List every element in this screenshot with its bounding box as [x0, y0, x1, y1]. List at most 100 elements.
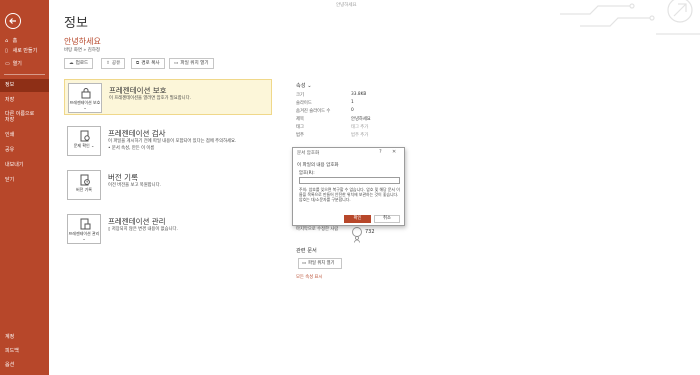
inspect-presentation-card: 문제 확인 ⌄ 프레젠테이션 검사 이 파일을 게시하기 전에 파일 내용이 포…	[64, 123, 272, 159]
card-bullet: • 문서 속성, 만든 이 이름	[108, 146, 155, 151]
page-title: 정보	[64, 16, 88, 31]
sidebar-item-home[interactable]: ⌂ 홈	[0, 38, 49, 44]
card-bullet-text: 문서 속성, 만든 이 이름	[111, 146, 155, 151]
sidebar-item-label: 저장	[5, 97, 15, 103]
sidebar-item-account[interactable]: 계정	[0, 334, 49, 340]
card-description-text: 저장되지 않은 변경 내용이 없습니다.	[111, 227, 178, 232]
related-documents-heading: 관련 문서	[296, 248, 317, 254]
sidebar-item-label: 새로 만들기	[12, 48, 38, 54]
inspect-document-icon	[80, 130, 90, 142]
sidebar-item-label: 정보	[5, 82, 15, 88]
sidebar-item-label: 인쇄	[5, 132, 15, 138]
help-button[interactable]: ?	[379, 149, 382, 155]
property-key: 크기	[296, 93, 304, 98]
property-value[interactable]: 태그 추가	[351, 124, 368, 130]
manage-presentation-button[interactable]: 프레젠테이션 관리 ⌄	[67, 214, 101, 244]
sidebar-item-share[interactable]: 공유	[0, 147, 49, 153]
sidebar-divider	[4, 74, 45, 75]
home-icon: ⌂	[5, 38, 9, 44]
dialog-title: 문서 암호화	[297, 151, 320, 156]
document-path: 바탕 화면 » 김하정	[64, 48, 101, 53]
card-description: 이전 버전을 보고 복원합니다.	[108, 183, 161, 188]
sidebar-item-new[interactable]: ▯ 새로 만들기	[0, 48, 49, 54]
open-file-location-button[interactable]: ▭ 파일 위치 열기	[169, 58, 214, 69]
sidebar-item-export[interactable]: 내보내기	[0, 162, 49, 168]
password-warning: 주의: 암호를 잊으면 복구할 수 없습니다. 암호 및 해당 문서 이름을 목…	[299, 187, 400, 202]
folder-icon: ▭	[302, 261, 307, 266]
upload-button-label: 업로드	[75, 61, 89, 66]
sidebar-item-label: 홈	[12, 38, 18, 44]
share-button[interactable]: ⇪ 공유	[101, 58, 126, 69]
sidebar-item-label: 피드백	[5, 348, 19, 354]
version-history-label: 버전 기록	[76, 187, 92, 192]
password-label: 암호(R):	[299, 171, 315, 176]
property-value: 33.8KB	[351, 92, 367, 97]
ok-button[interactable]: 확인	[344, 215, 371, 223]
protect-presentation-button[interactable]: 프레젠테이션 보호 ⌄	[68, 83, 102, 113]
property-value[interactable]: 안녕하세요	[351, 116, 371, 122]
avatar	[352, 227, 362, 243]
property-key: 범주	[296, 133, 304, 138]
last-modified-by-label: 마지막으로 수정한 사람	[296, 227, 339, 232]
encrypt-document-dialog: 문서 암호화 ? ✕ 이 파일의 내용 암호화 암호(R): 주의: 암호를 잊…	[292, 147, 405, 226]
share-icon: ⇪	[106, 61, 110, 66]
back-button[interactable]	[5, 13, 21, 29]
property-value: 0	[351, 108, 354, 113]
person-icon	[354, 236, 360, 243]
back-arrow-icon	[9, 18, 16, 24]
backstage-window: ⌂ 홈 ▯ 새로 만들기 ▭ 열기 정보 저장 다른 이름으로 저장 인쇄 공유…	[0, 0, 700, 375]
last-modified-by-name: 732	[365, 229, 375, 235]
sidebar-item-label: 옵션	[5, 362, 15, 368]
sidebar-item-open[interactable]: ▭ 열기	[0, 61, 49, 67]
upload-button[interactable]: ☁ 업로드	[64, 58, 94, 69]
property-key: 슬라이드	[296, 101, 312, 106]
password-input[interactable]	[299, 177, 400, 184]
property-value: 1	[351, 100, 354, 105]
circuit-decoration-icon	[560, 0, 700, 35]
dialog-message: 이 파일의 내용 암호화	[297, 163, 339, 168]
property-key: 숨겨진 슬라이드 수	[296, 109, 331, 114]
properties-heading[interactable]: 속성 ⌄	[296, 82, 312, 89]
open-file-location-link[interactable]: ▭ 파일 위치 열기	[298, 258, 342, 269]
upload-icon: ☁	[69, 61, 74, 66]
protect-presentation-card: 프레젠테이션 보호 ⌄ 프레젠테이션 보호 이 프레젠테이션을 열려면 암호가 …	[64, 79, 272, 115]
sidebar-item-label: 닫기	[5, 177, 15, 183]
protect-button-label: 프레젠테이션 보호 ⌄	[69, 100, 101, 110]
sidebar-item-label: 다른 이름으로 저장	[5, 111, 35, 123]
folder-open-icon: ▭	[5, 61, 10, 67]
show-all-properties-link[interactable]: 모든 속성 표시	[296, 274, 322, 280]
sidebar-item-print[interactable]: 인쇄	[0, 132, 49, 138]
version-history-button[interactable]: 버전 기록	[67, 170, 101, 200]
share-button-label: 공유	[111, 61, 121, 66]
sidebar-item-feedback[interactable]: 피드백	[0, 348, 49, 354]
open-file-location-text: 파일 위치 열기	[308, 261, 335, 266]
sidebar-item-label: 내보내기	[5, 162, 24, 168]
sidebar-item-label: 열기	[12, 61, 22, 67]
copy-path-button[interactable]: ⧉ 경로 복사	[131, 58, 165, 69]
card-description: 이 프레젠테이션을 열려면 암호가 필요합니다.	[109, 96, 191, 101]
manage-presentation-label: 프레젠테이션 관리 ⌄	[68, 231, 100, 241]
property-key: 태그	[296, 125, 304, 130]
card-description: ▯ 저장되지 않은 변경 내용이 없습니다.	[108, 226, 178, 232]
cancel-button[interactable]: 취소	[374, 215, 400, 223]
version-history-icon	[80, 174, 90, 186]
property-key: 제목	[296, 117, 304, 122]
sidebar-item-save[interactable]: 저장	[0, 97, 49, 103]
copy-path-button-label: 경로 복사	[141, 61, 160, 66]
check-for-issues-button[interactable]: 문제 확인 ⌄	[67, 126, 101, 156]
sidebar-item-options[interactable]: 옵션	[0, 362, 49, 368]
document-name: 안녕하세요	[64, 37, 101, 46]
new-file-icon: ▯	[5, 48, 8, 54]
sidebar-item-save-as[interactable]: 다른 이름으로 저장	[0, 111, 40, 123]
window-title: 안녕하세요	[336, 3, 357, 8]
check-issues-label: 문제 확인 ⌄	[73, 143, 95, 148]
property-value[interactable]: 범주 추가	[351, 132, 368, 138]
sidebar-item-close[interactable]: 닫기	[0, 177, 49, 183]
folder-icon: ▭	[174, 61, 179, 66]
sidebar-item-label: 공유	[5, 147, 15, 153]
lock-icon	[81, 88, 91, 99]
sidebar-item-info[interactable]: 정보	[0, 79, 49, 92]
close-icon[interactable]: ✕	[392, 149, 396, 155]
manage-presentation-card: 프레젠테이션 관리 ⌄ 프레젠테이션 관리 ▯ 저장되지 않은 변경 내용이 없…	[64, 211, 272, 247]
open-file-location-label: 파일 위치 열기	[180, 61, 209, 66]
